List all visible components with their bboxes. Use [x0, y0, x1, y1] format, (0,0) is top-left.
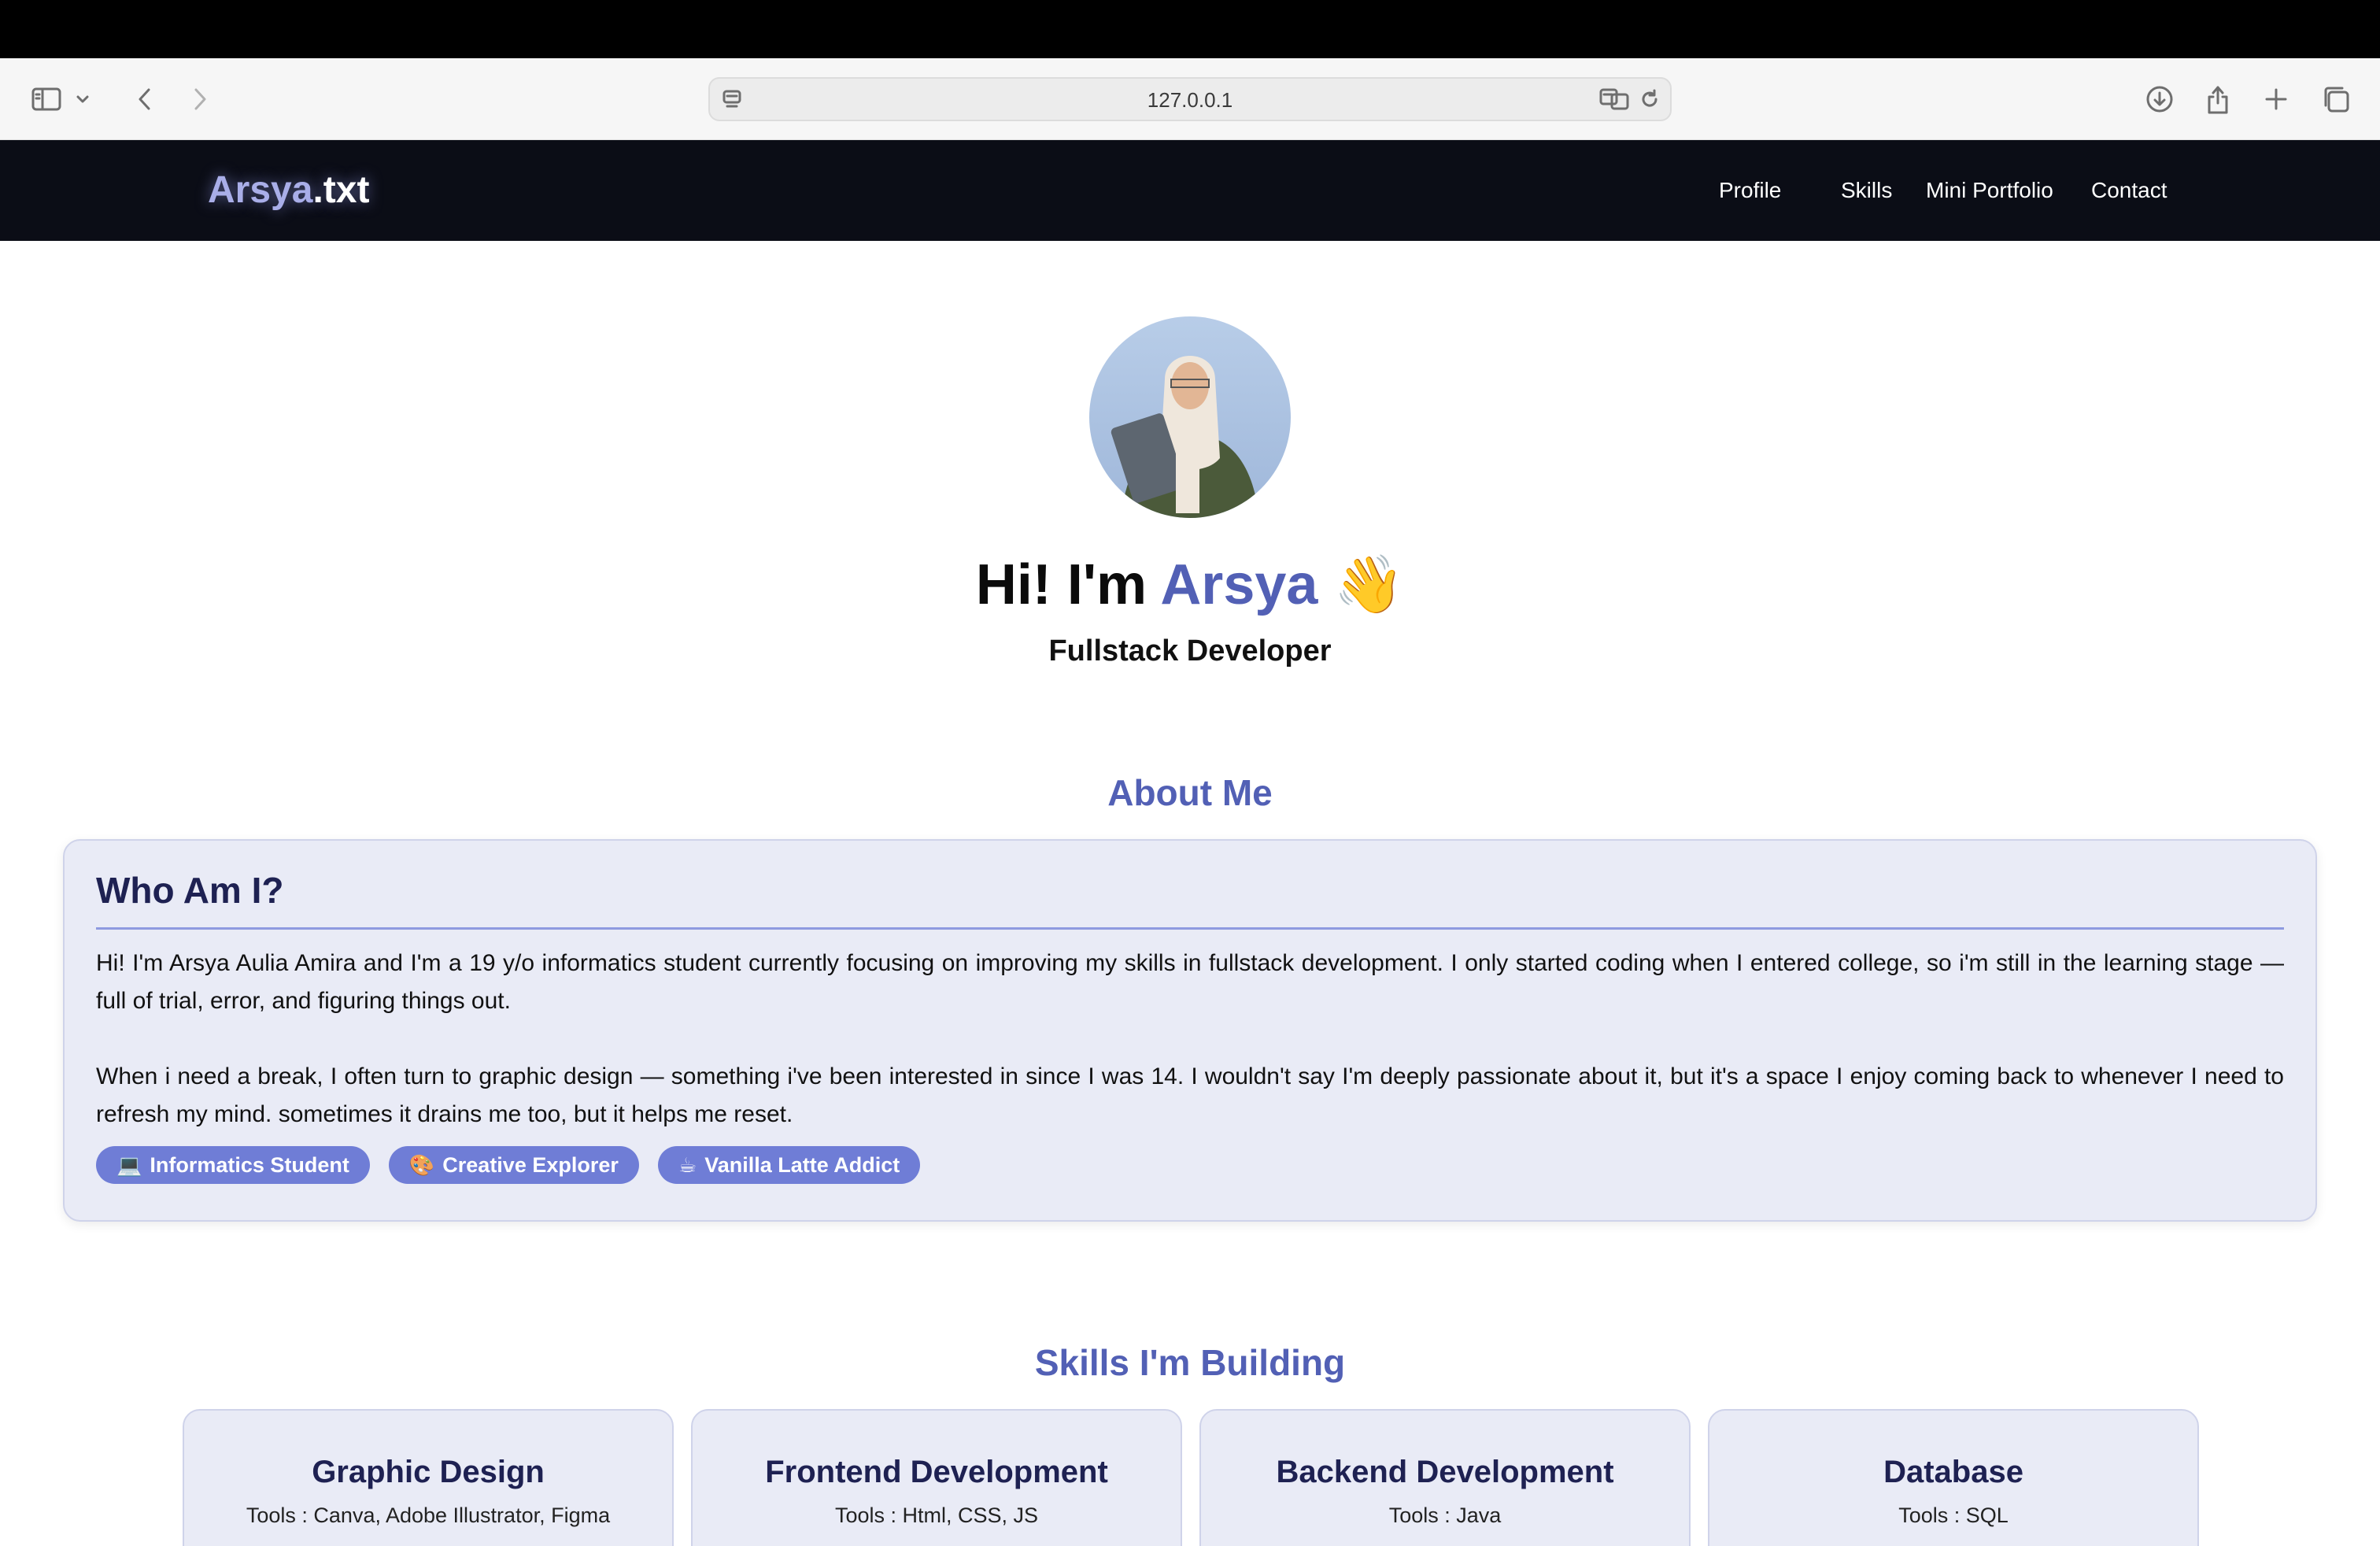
skill-title: Database — [1883, 1455, 2023, 1489]
skill-tools: Tools : SQL — [1898, 1503, 2009, 1527]
coffee-icon: ☕ — [678, 1152, 697, 1177]
sidebar-toggle-icon[interactable] — [25, 77, 69, 121]
tag-informatics-student: 💻 Informatics Student — [96, 1146, 370, 1184]
skill-tools: Tools : Html, CSS, JS — [834, 1503, 1039, 1527]
chevron-down-icon[interactable] — [71, 77, 94, 121]
hero-greeting: Hi! I'm Arsya 👋 — [975, 553, 1405, 616]
share-icon[interactable] — [2196, 77, 2240, 121]
skill-title: Backend Development — [1276, 1455, 1614, 1489]
skill-card: Backend Development Tools : Java — [1199, 1409, 1691, 1546]
url-text: 127.0.0.1 — [1147, 88, 1233, 112]
skill-title: Frontend Development — [765, 1455, 1108, 1489]
skill-tools: Tools : Canva, Adobe Illustrator, Figma — [246, 1503, 611, 1527]
skills-section-title: Skills I'm Building — [1034, 1342, 1346, 1383]
back-arrow-icon[interactable] — [123, 77, 167, 121]
waving-hand-icon: 👋 — [1333, 553, 1405, 616]
download-icon[interactable] — [2138, 77, 2182, 121]
tab-overview-icon[interactable] — [2314, 77, 2358, 121]
about-card: Who Am I? Hi! I'm Arsya Aulia Amira and … — [63, 839, 2317, 1222]
skill-tools: Tools : Java — [1388, 1503, 1502, 1527]
nav-link-skills[interactable]: Skills — [1841, 178, 1892, 203]
translate-icon[interactable] — [1599, 87, 1631, 116]
tag-creative-explorer: 🎨 Creative Explorer — [388, 1146, 639, 1184]
site-navbar: Arsya.txt Profile Skills Mini Portfolio … — [0, 140, 2380, 241]
address-bar[interactable]: 127.0.0.1 — [708, 77, 1672, 121]
forward-arrow-icon[interactable] — [178, 77, 222, 121]
nav-link-mini-portfolio[interactable]: Mini Portfolio — [1926, 178, 2053, 203]
divider — [96, 927, 2284, 930]
tag-vanilla-latte-addict: ☕ Vanilla Latte Addict — [657, 1146, 921, 1184]
os-menubar — [0, 0, 2380, 58]
about-paragraph-2: When i need a break, I often turn to gra… — [96, 1063, 2284, 1127]
skill-card: Database Tools : SQL — [1708, 1409, 2199, 1546]
hero-name: Arsya — [1160, 553, 1318, 616]
about-card-title: Who Am I? — [96, 870, 284, 911]
hero-subtitle: Fullstack Developer — [1048, 634, 1332, 668]
reload-icon[interactable] — [1639, 88, 1661, 114]
skill-title: Graphic Design — [312, 1455, 545, 1489]
nav-link-contact[interactable]: Contact — [2091, 178, 2168, 203]
about-paragraph-1: Hi! I'm Arsya Aulia Amira and I'm a 19 y… — [96, 950, 2284, 1014]
laptop-icon: 💻 — [116, 1152, 142, 1177]
nav-link-profile[interactable]: Profile — [1719, 178, 1781, 203]
browser-toolbar: 127.0.0.1 — [0, 58, 2380, 140]
nav-links: Profile Skills Mini Portfolio Contact — [0, 178, 2380, 209]
skill-card: Frontend Development Tools : Html, CSS, … — [691, 1409, 1182, 1546]
about-section-title: About Me — [1107, 772, 1273, 813]
profile-avatar — [1089, 316, 1291, 518]
tag-list: 💻 Informatics Student 🎨 Creative Explorer … — [96, 1146, 921, 1184]
palette-icon: 🎨 — [408, 1152, 435, 1177]
new-tab-icon[interactable] — [2254, 77, 2298, 121]
skill-card: Graphic Design Tools : Canva, Adobe Illu… — [183, 1409, 674, 1546]
